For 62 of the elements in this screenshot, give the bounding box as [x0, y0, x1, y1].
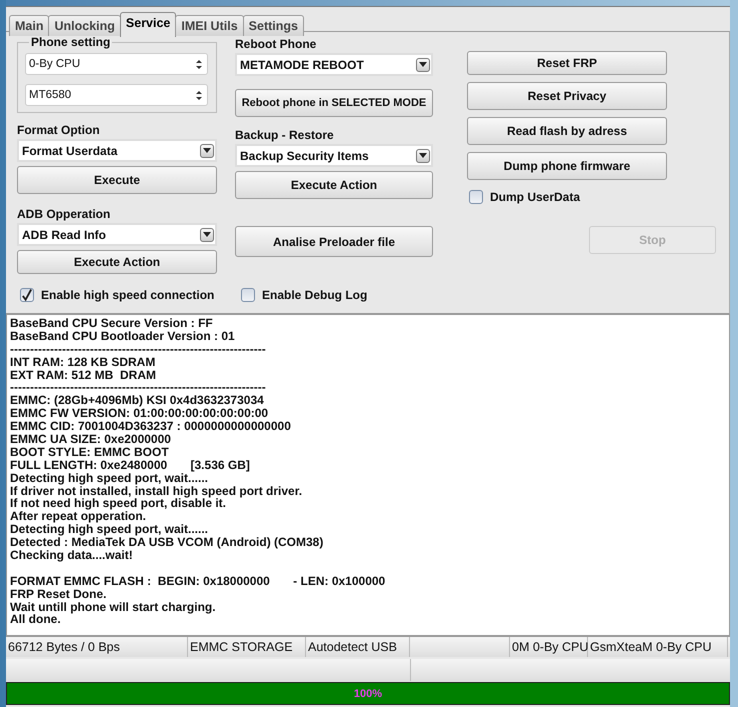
dropdown[interactable]: ADB Read Info [17, 223, 217, 246]
log-line: EMMC: (28Gb+4096Mb) KSI 0x4d3632373034 [10, 393, 264, 408]
dropdown[interactable]: Backup Security Items [235, 144, 433, 167]
log-line: Detected : MediaTek DA USB VCOM (Android) (COM38) [10, 535, 324, 550]
log-line: FULL LENGTH: 0xe2480000 [3.536 GB] [10, 458, 250, 472]
log-line: INT RAM: 128 KB SDRAM [10, 354, 156, 369]
reboot-button[interactable]: Reboot phone in SELECTED MODE [235, 89, 433, 117]
checkbox[interactable] [469, 190, 483, 204]
section-label: ADB Opperation [17, 207, 112, 221]
log-line: If driver not installed, install high speed port driver. [10, 484, 302, 498]
log-line: EMMC CID: 7001004D363237 : 0000000000000000 [10, 419, 291, 434]
spin-arrows-icon [195, 58, 203, 70]
execute-action-button[interactable]: Execute Action [235, 171, 433, 199]
section-label: Format Option [17, 123, 101, 137]
execute-button[interactable]: Execute [17, 166, 217, 194]
checkbox-label: Enable Debug Log [262, 288, 368, 302]
log-line: Wait untill phone will start charging. [10, 600, 216, 614]
log-line: ---------------------------------------------------------------- [10, 342, 266, 356]
status-cell: 0M 0-By CPU [510, 637, 588, 657]
log-line: Detecting high speed port, wait...... [10, 522, 208, 536]
log-line: If not need high speed port, disable it. [10, 496, 226, 510]
tab[interactable]: Service [120, 12, 176, 37]
action-button[interactable]: Reset FRP [467, 51, 667, 75]
action-button[interactable]: Read flash by adress [467, 117, 667, 145]
section-label: Backup - Restore [235, 128, 335, 142]
log-line: ---------------------------------------------------------------- [10, 380, 266, 394]
status-cell: EMMC STORAGE [188, 637, 306, 657]
tab[interactable]: Settings [242, 15, 304, 36]
group-title: Phone setting [30, 35, 112, 49]
status-cell: GsmXteaM 0-By CPU [588, 637, 728, 657]
tab[interactable]: Unlocking [48, 15, 121, 36]
log-line: BaseBand CPU Secure Version : FF [10, 316, 213, 330]
log-line: FORMAT EMMC FLASH : BEGIN: 0x18000000 - LEN: 0x100000 [10, 574, 386, 588]
log-line: Checking data....wait! [10, 548, 133, 562]
analyse-button[interactable]: Analise Preloader file [235, 226, 433, 257]
log-line: EMMC UA SIZE: 0xe2000000 [10, 432, 171, 446]
tab[interactable]: Main [9, 15, 50, 36]
log-line: BOOT STYLE: EMMC BOOT [10, 444, 169, 459]
log-line: FRP Reset Done. [10, 586, 106, 601]
checkbox[interactable] [241, 288, 255, 302]
checkbox-label: Enable high speed connection [41, 288, 214, 302]
log-line: EMMC FW VERSION: 01:00:00:00:00:00:00:00 [10, 406, 268, 420]
checkbox-label: Dump UserData [490, 190, 580, 204]
dropdown[interactable]: Format Userdata [17, 139, 217, 162]
spin-box[interactable]: MT6580 [25, 84, 208, 106]
log-line: EXT RAM: 512 MB DRAM [10, 368, 156, 382]
dropdown[interactable]: METAMODE REBOOT [235, 53, 433, 76]
status-cell: Autodetect USB [306, 637, 410, 657]
log-line: Detecting high speed port, wait...... [10, 470, 208, 485]
execute-action-button[interactable]: Execute Action [17, 250, 217, 274]
log-line: BaseBand CPU Bootloader Version : 01 [10, 328, 235, 343]
log-line: After repeat opperation. [10, 509, 146, 524]
log-line: All done. [10, 612, 61, 626]
spin-arrows-icon [195, 90, 203, 100]
checkbox[interactable] [20, 288, 34, 302]
spin-box[interactable]: 0-By CPU [25, 53, 208, 75]
tab[interactable]: IMEI Utils [175, 15, 244, 36]
action-button[interactable]: Reset Privacy [467, 82, 667, 110]
section-label: Reboot Phone [235, 37, 318, 51]
action-button[interactable]: Dump phone firmware [467, 152, 667, 180]
status-cell: 66712 Bytes / 0 Bps [6, 637, 188, 657]
progress-text: 100% [354, 688, 382, 700]
